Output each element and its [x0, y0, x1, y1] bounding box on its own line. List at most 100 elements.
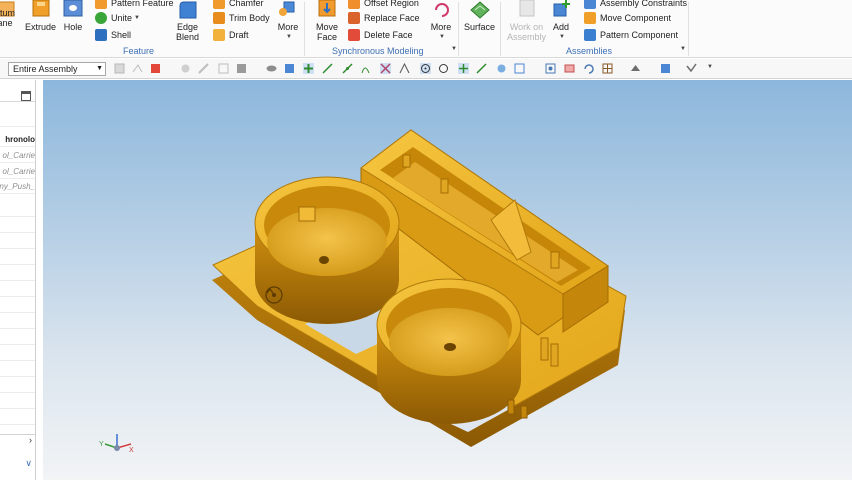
- draft-button[interactable]: Draft: [213, 28, 249, 42]
- unite-dropdown-icon[interactable]: ▼: [134, 15, 140, 21]
- shell-button[interactable]: Shell: [95, 28, 131, 42]
- pattern-component-button[interactable]: Pattern Component: [584, 28, 678, 42]
- list-item[interactable]: ol_Carrie: [0, 164, 35, 179]
- work-on-assembly-button[interactable]: Work on Assembly: [507, 0, 546, 42]
- select-feature-icon[interactable]: [150, 63, 161, 74]
- select-curve-icon[interactable]: [218, 63, 229, 74]
- group-divider: [304, 2, 305, 56]
- trim-body-icon: [213, 12, 225, 24]
- bounded-grid-point-icon[interactable]: [514, 63, 525, 74]
- replace-face-icon: [348, 12, 360, 24]
- list-item[interactable]: [0, 282, 35, 297]
- show-hide-icon[interactable]: [686, 63, 697, 74]
- unite-button[interactable]: Unite ▼: [95, 11, 140, 25]
- quadrant-point-icon[interactable]: [438, 63, 449, 74]
- feature-more-button[interactable]: More ▼: [277, 0, 299, 42]
- datum-plane-label: atum ane: [0, 8, 15, 28]
- arc-center-icon[interactable]: [420, 63, 431, 74]
- select-edge-icon[interactable]: [198, 63, 209, 74]
- offset-region-button[interactable]: Offset Region: [348, 0, 419, 10]
- zoom-window-icon[interactable]: [564, 63, 575, 74]
- fit-view-icon[interactable]: [545, 63, 556, 74]
- sync-expand-icon[interactable]: ▼: [451, 46, 457, 52]
- 3d-part-model[interactable]: [43, 80, 852, 480]
- point-on-curve-icon[interactable]: [476, 63, 487, 74]
- chevron-down-icon: ▼: [96, 65, 103, 72]
- left-cup-hole: [319, 256, 329, 264]
- add-component-button[interactable]: Add ▼: [550, 0, 572, 42]
- select-face-icon[interactable]: [180, 63, 191, 74]
- list-item[interactable]: ol_Carrie: [0, 148, 35, 163]
- maximize-icon[interactable]: [21, 91, 31, 101]
- surface-button[interactable]: Surface: [464, 0, 495, 32]
- add-component-label: Add: [552, 22, 569, 32]
- select-solid-icon[interactable]: [284, 63, 295, 74]
- list-item[interactable]: [0, 202, 35, 217]
- list-item[interactable]: [0, 394, 35, 409]
- navigator-horizontal-scrollbar[interactable]: ›: [0, 434, 35, 446]
- datum-plane-button[interactable]: atum ane: [0, 0, 16, 42]
- peg: [520, 405, 528, 419]
- list-item[interactable]: [0, 314, 35, 329]
- navigator-column-header[interactable]: hronolo: [0, 132, 35, 147]
- rotate-view-icon[interactable]: [583, 63, 594, 74]
- toolbar-overflow-icon[interactable]: ▼: [707, 64, 713, 70]
- snap-point-on-icon[interactable]: [303, 63, 314, 74]
- move-face-icon: [316, 0, 338, 20]
- view-section-icon[interactable]: [660, 63, 671, 74]
- list-item[interactable]: [0, 346, 35, 361]
- sync-modeling-group-label: Synchronous Modeling: [332, 46, 424, 56]
- select-component-icon[interactable]: [266, 63, 277, 74]
- select-body-icon[interactable]: [236, 63, 247, 74]
- list-item[interactable]: [0, 218, 35, 233]
- selection-scope-dropdown[interactable]: Entire Assembly ▼: [8, 62, 106, 76]
- selection-toolbar: Entire Assembly ▼ ▼: [0, 59, 852, 79]
- edge-blend-icon: [177, 0, 199, 20]
- pattern-feature-button[interactable]: Pattern Feature: [95, 0, 174, 10]
- existing-point-icon[interactable]: [458, 63, 469, 74]
- rendering-style-icon[interactable]: [630, 63, 641, 74]
- draft-label: Draft: [229, 30, 249, 40]
- extrude-button[interactable]: Extrude: [25, 0, 56, 32]
- orient-view-icon[interactable]: [602, 63, 613, 74]
- move-face-button[interactable]: Move Face: [316, 0, 338, 42]
- peg: [507, 399, 515, 415]
- point-on-surface-icon[interactable]: [496, 63, 507, 74]
- intersection-point-icon[interactable]: [380, 63, 391, 74]
- navigator-details-toggle[interactable]: ∨: [0, 458, 35, 480]
- list-item[interactable]: [0, 298, 35, 313]
- pattern-feature-label: Pattern Feature: [111, 0, 174, 8]
- hole-button[interactable]: Hole: [62, 0, 84, 32]
- pattern-component-icon: [584, 29, 596, 41]
- tangent-point-icon[interactable]: [399, 63, 410, 74]
- add-dropdown-icon: ▼: [559, 34, 565, 40]
- replace-face-button[interactable]: Replace Face: [348, 11, 420, 25]
- sync-more-button[interactable]: More ▼: [430, 0, 452, 42]
- trim-body-button[interactable]: Trim Body: [213, 11, 270, 25]
- view-triad-icon[interactable]: Y X: [99, 432, 135, 464]
- unite-label: Unite: [111, 13, 133, 23]
- list-item[interactable]: [0, 250, 35, 265]
- chevron-down-icon[interactable]: ∨: [25, 458, 32, 469]
- list-item[interactable]: ny_Push_: [0, 179, 35, 194]
- chevron-right-icon[interactable]: ›: [29, 435, 32, 445]
- mid-point-icon[interactable]: [342, 63, 353, 74]
- list-item[interactable]: [0, 234, 35, 249]
- list-item[interactable]: [0, 330, 35, 345]
- end-point-icon[interactable]: [322, 63, 333, 74]
- assembly-constraints-button[interactable]: Assembly Constraints: [584, 0, 687, 10]
- list-item[interactable]: [0, 378, 35, 393]
- list-item[interactable]: [0, 410, 35, 425]
- graphics-viewport[interactable]: Y X: [43, 80, 852, 480]
- type-filter-icon[interactable]: [114, 63, 125, 74]
- assemblies-expand-icon[interactable]: ▼: [680, 46, 686, 52]
- list-item[interactable]: [0, 362, 35, 377]
- delete-face-button[interactable]: Delete Face: [348, 28, 413, 42]
- control-point-icon[interactable]: [360, 63, 371, 74]
- move-component-button[interactable]: Move Component: [584, 11, 671, 25]
- list-item[interactable]: [0, 266, 35, 281]
- extrude-icon: [30, 0, 52, 20]
- chamfer-button[interactable]: Chamfer: [213, 0, 264, 10]
- edge-blend-button[interactable]: Edge Blend: [176, 0, 199, 42]
- snap-filter-icon[interactable]: [132, 63, 143, 74]
